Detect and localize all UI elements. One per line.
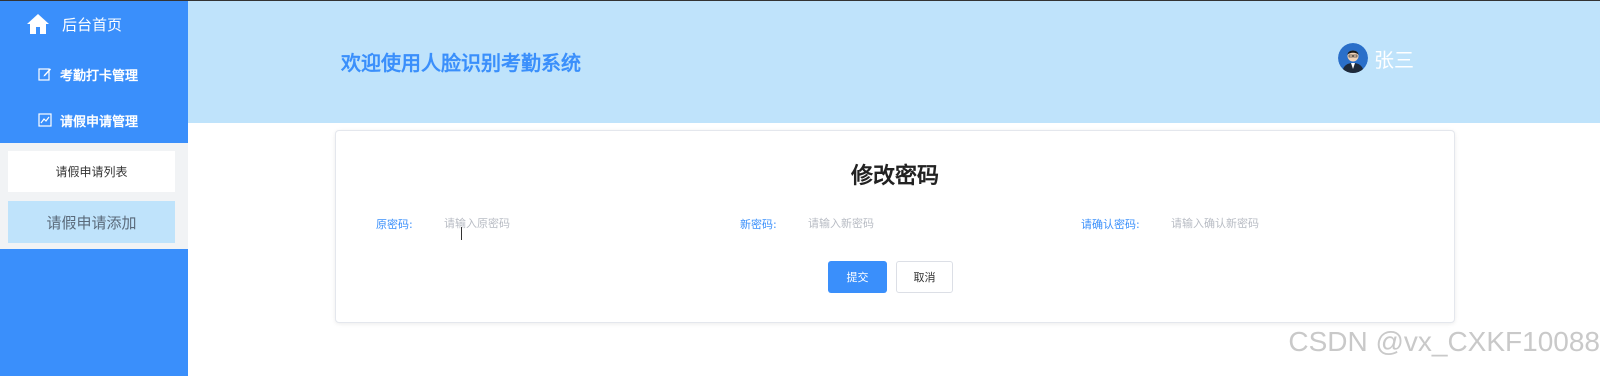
avatar bbox=[1338, 43, 1368, 73]
change-password-card: 修改密码 原密码: 新密码: 请确认密码: 提交 取消 bbox=[335, 130, 1455, 323]
username: 张三 bbox=[1374, 47, 1414, 72]
sidebar-item-label: 请假申请管理 bbox=[60, 114, 139, 130]
text-cursor bbox=[461, 227, 462, 240]
watermark: CSDN @vx_CXKF10088 bbox=[1288, 326, 1600, 357]
user-menu[interactable]: 张三 bbox=[1338, 43, 1414, 73]
sidebar-item-label: 后台首页 bbox=[62, 15, 123, 34]
submit-button[interactable]: 提交 bbox=[828, 261, 887, 293]
new-password-input[interactable] bbox=[808, 211, 1028, 235]
confirm-password-input[interactable] bbox=[1171, 211, 1391, 235]
cancel-button[interactable]: 取消 bbox=[896, 261, 953, 293]
sidebar-item-attendance[interactable]: 考勤打卡管理 bbox=[0, 52, 188, 96]
page-title: 欢迎使用人脸识别考勤系统 bbox=[341, 51, 581, 75]
chart-icon bbox=[38, 113, 52, 127]
home-icon bbox=[26, 12, 50, 36]
form-title: 修改密码 bbox=[850, 164, 939, 189]
new-password-label: 新密码: bbox=[740, 218, 777, 231]
sidebar-item-home[interactable]: 后台首页 bbox=[0, 1, 188, 47]
top-header: 欢迎使用人脸识别考勤系统 张三 bbox=[188, 1, 1600, 123]
sidebar: 后台首页 考勤打卡管理 请假申请管理 请假申请列表 请假申请添加 bbox=[0, 1, 188, 376]
sidebar-item-label: 考勤打卡管理 bbox=[60, 68, 139, 84]
old-password-label: 原密码: bbox=[376, 218, 413, 231]
confirm-password-label: 请确认密码: bbox=[1081, 218, 1140, 231]
submenu-item-leave-list[interactable]: 请假申请列表 bbox=[8, 151, 175, 192]
edit-icon bbox=[38, 67, 52, 81]
submenu-item-leave-add[interactable]: 请假申请添加 bbox=[8, 201, 175, 243]
sidebar-submenu: 请假申请列表 请假申请添加 bbox=[0, 143, 188, 249]
old-password-input[interactable] bbox=[444, 211, 664, 235]
sidebar-item-leave[interactable]: 请假申请管理 bbox=[0, 98, 188, 142]
